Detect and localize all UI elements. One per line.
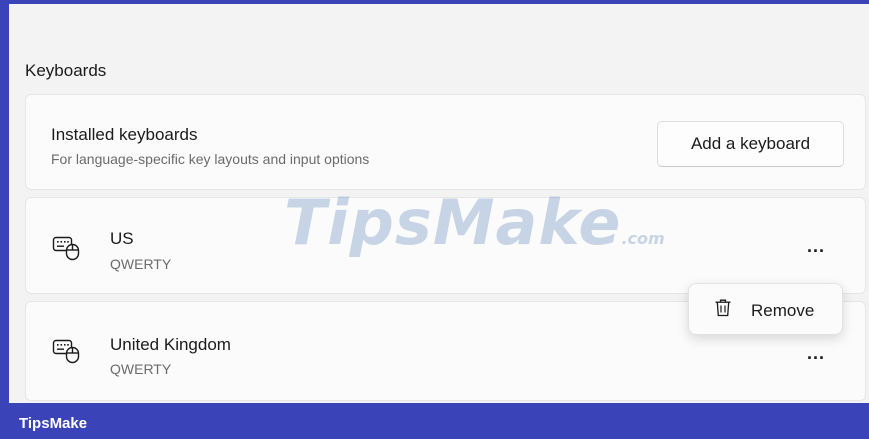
footer-bar: TipsMake [0, 403, 869, 439]
installed-keyboards-description: For language-specific key layouts and in… [51, 151, 370, 167]
keyboard-icon [52, 236, 80, 261]
keyboard-layout: QWERTY [110, 256, 172, 272]
watermark-suffix: .com [621, 229, 665, 248]
watermark-text: TipsMake [284, 186, 622, 259]
more-options-button[interactable]: ... [798, 338, 834, 368]
remove-label: Remove [751, 301, 815, 320]
trash-icon [715, 299, 731, 317]
keyboard-name: US [110, 229, 134, 248]
installed-keyboards-card: Installed keyboards For language-specifi… [25, 94, 866, 190]
keyboard-layout: QWERTY [110, 361, 172, 377]
footer-brand: TipsMake [19, 415, 88, 432]
keyboard-icon [52, 339, 80, 364]
installed-keyboards-title: Installed keyboards [51, 125, 198, 144]
keyboard-name: United Kingdom [110, 335, 231, 354]
settings-window: Keyboards Installed keyboards For langua… [9, 4, 869, 403]
watermark: TipsMake.com [284, 186, 665, 259]
more-options-button[interactable]: ... [798, 231, 834, 261]
add-keyboard-button[interactable]: Add a keyboard [657, 121, 844, 167]
remove-menu-item[interactable]: Remove [693, 288, 838, 330]
section-title: Keyboards [25, 61, 107, 80]
context-menu: Remove [688, 283, 843, 335]
